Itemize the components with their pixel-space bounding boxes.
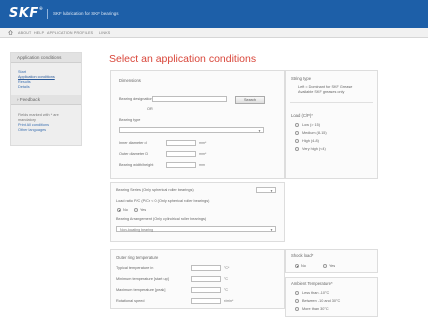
bearing-type-select[interactable]: ▼ <box>119 127 264 133</box>
temp-label-max: Maximum temperature [peak] <box>116 288 166 292</box>
load-low-label: Low (> 15) <box>302 123 321 127</box>
load-very-high-label: Very high (<4) <box>302 147 326 151</box>
sidebar-feedback[interactable]: › Feedback <box>11 95 81 105</box>
page-title: Select an application conditions <box>109 53 257 65</box>
load-high-radio[interactable] <box>295 139 299 143</box>
logo-text: SKF <box>9 6 39 21</box>
shock-yes-label: Yes <box>329 264 336 268</box>
load-ratio-no-radio[interactable] <box>117 208 121 212</box>
load-ratio-yes-label: Yes <box>140 208 147 212</box>
sidebar-link-application-conditions[interactable]: Application conditions <box>18 75 55 79</box>
rotational-speed-input[interactable] <box>191 298 221 304</box>
arrangement-select[interactable]: Non-locating bearing ▼ <box>116 226 276 232</box>
nav-help[interactable]: HELP <box>34 31 44 35</box>
nav-about[interactable]: ABOUT <box>18 31 31 35</box>
temperature-title: Outer ring temperature <box>116 255 159 260</box>
header-divider <box>47 9 48 19</box>
header-subtitle: SKF lubrication for SKF bearings <box>53 11 119 16</box>
load-title: Load (C/P)* <box>291 113 313 118</box>
load-ratio-label: Load ratio P/C (P/Cr < 0 (Only spherical… <box>116 199 210 203</box>
temp-label-typical: Typical temperature in <box>116 266 154 270</box>
speed-unit: r/min* <box>224 299 234 303</box>
home-icon[interactable] <box>8 30 13 35</box>
dim-unit-outer: mm* <box>199 152 207 156</box>
string-type-line-2: Available SKF greases only <box>298 90 345 94</box>
logo-registered: ® <box>38 6 44 11</box>
temperature-panel: Outer ring temperature Typical temperatu… <box>110 249 285 309</box>
shock-no-radio[interactable] <box>295 264 299 268</box>
load-medium-label: Medium (8-15) <box>302 131 327 135</box>
chevron-down-icon: ▼ <box>270 228 273 232</box>
dim-unit-width: mm <box>199 163 205 167</box>
nav-links[interactable]: LINKS <box>99 31 110 35</box>
dimensions-panel: Dimensions Bearing designation Search OR… <box>110 70 285 179</box>
load-ratio-no-label: No <box>123 208 128 212</box>
load-very-high-radio[interactable] <box>295 147 299 151</box>
dim-unit-inner: mm* <box>199 141 207 145</box>
chevron-down-icon: ▼ <box>258 129 261 133</box>
ambient-low-label: Less than -10°C <box>302 291 330 295</box>
load-ratio-yes-radio[interactable] <box>134 208 138 212</box>
sidebar-note-line-2: mandatory <box>18 118 36 122</box>
string-load-panel: String type Left = Dominant for SKF Grea… <box>285 70 378 179</box>
load-medium-radio[interactable] <box>295 131 299 135</box>
dim-label-outer: Outer diameter D <box>119 152 149 156</box>
temp-unit-min: °C <box>224 277 229 281</box>
shock-yes-radio[interactable] <box>323 264 327 268</box>
ambient-high-label: More than 30°C <box>302 307 329 311</box>
sidebar-title: Application conditions <box>11 53 81 63</box>
sidebar-note-line-1: Fields marked with * are <box>18 113 59 117</box>
panel-divider <box>290 102 373 103</box>
app-header: SKF® SKF lubrication for SKF bearings <box>0 0 428 28</box>
nav-application-profiles[interactable]: APPLICATION PROFILES <box>47 31 93 35</box>
or-label: OR <box>147 107 153 111</box>
bearing-options-panel: Bearing Series (Only spherical roller be… <box>110 182 285 242</box>
designation-label: Bearing designation <box>119 97 153 101</box>
bearing-width-input[interactable] <box>166 162 196 168</box>
dim-label-width: Bearing width/height <box>119 163 154 167</box>
dim-label-inner: Inner diameter d <box>119 141 147 145</box>
min-temperature-input[interactable] <box>191 276 221 282</box>
sidebar: Application conditions Start Application… <box>10 52 82 146</box>
ambient-title: Ambient Temperature* <box>291 281 333 286</box>
max-temperature-input[interactable] <box>191 287 221 293</box>
chevron-down-icon: ▼ <box>270 189 273 193</box>
ambient-low-radio[interactable] <box>295 291 299 295</box>
series-select[interactable]: ▼ <box>256 187 276 193</box>
shock-load-title: Shock load* <box>291 253 314 258</box>
ambient-mid-label: Between -10 and 30°C <box>302 299 341 303</box>
sidebar-link-details[interactable]: Details <box>18 85 30 89</box>
designation-input[interactable] <box>152 96 227 102</box>
search-button[interactable]: Search <box>235 96 265 104</box>
dimensions-title: Dimensions <box>119 78 141 83</box>
load-low-radio[interactable] <box>295 123 299 127</box>
shock-no-label: No <box>301 264 306 268</box>
sidebar-link-languages[interactable]: Other languages <box>18 128 46 132</box>
top-nav: ABOUT HELP APPLICATION PROFILES LINKS <box>0 28 428 38</box>
speed-label: Rotational speed <box>116 299 145 303</box>
inner-diameter-input[interactable] <box>166 140 196 146</box>
sidebar-link-results[interactable]: Results <box>18 80 31 84</box>
ambient-high-radio[interactable] <box>295 307 299 311</box>
ambient-mid-radio[interactable] <box>295 299 299 303</box>
string-type-title: String type <box>291 76 312 81</box>
temp-unit-max: °C <box>224 288 229 292</box>
sidebar-feedback-label: Feedback <box>19 97 40 102</box>
sidebar-link-print[interactable]: Print All conditions <box>18 123 49 127</box>
temp-unit-typical: °C* <box>224 266 230 270</box>
skf-logo[interactable]: SKF® <box>9 6 43 21</box>
sidebar-link-start[interactable]: Start <box>18 70 26 74</box>
shock-load-panel: Shock load* No Yes <box>285 249 378 273</box>
ambient-temperature-panel: Ambient Temperature* Less than -10°C Bet… <box>285 277 378 317</box>
string-type-line-1: Left = Dominant for SKF Grease <box>298 85 353 89</box>
temp-label-min: Minimum temperature [start up] <box>116 277 169 281</box>
arrangement-label: Bearing Arrangement (Only cylindrical ro… <box>116 217 207 221</box>
load-high-label: High (4-8) <box>302 139 319 143</box>
bearing-type-label: Bearing type <box>119 118 141 122</box>
series-label: Bearing Series (Only spherical roller be… <box>116 188 194 192</box>
typical-temperature-input[interactable] <box>191 265 221 271</box>
arrangement-value: Non-locating bearing <box>120 227 154 232</box>
outer-diameter-input[interactable] <box>166 151 196 157</box>
